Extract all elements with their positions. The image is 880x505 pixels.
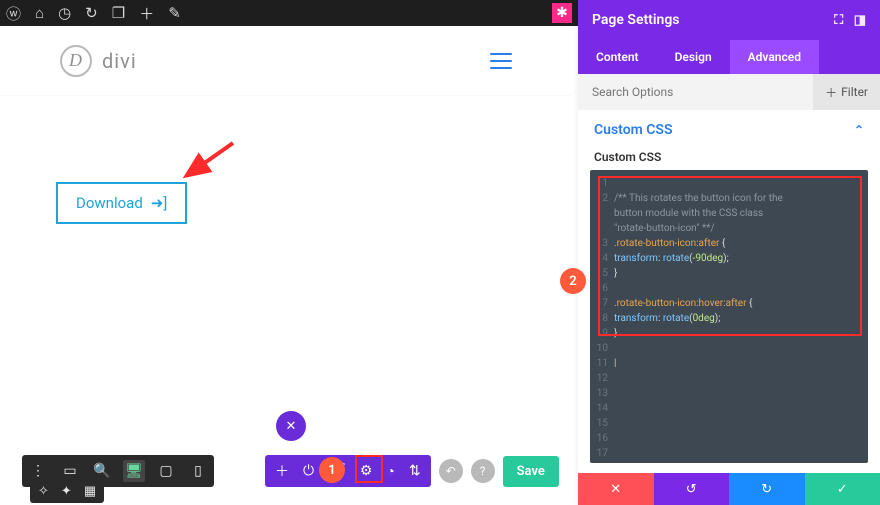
click-icon[interactable]: ✦ [61, 484, 72, 499]
refresh-icon[interactable]: ↻ [85, 4, 98, 22]
page-canvas: D divi Download ➜] ✕ ＋ ⏻ 🖌 ⚙ ◔ ⇅ ↶ ? Sav… [0, 26, 572, 505]
undo-round-icon[interactable]: ↶ [439, 459, 463, 483]
clock-icon[interactable]: ◔ [386, 463, 394, 480]
site-logo[interactable]: D divi [60, 45, 137, 77]
undo-button[interactable]: ↺ [654, 473, 730, 505]
code-content[interactable]: /** This rotates the button icon for the… [612, 170, 787, 463]
save-button[interactable]: Save [503, 456, 559, 487]
logo-text: divi [102, 49, 137, 73]
tablet-view-icon[interactable]: ▢ [155, 460, 177, 482]
builder-actions-bar: ＋ ⏻ 🖌 ⚙ ◔ ⇅ [265, 455, 431, 487]
panel-title: Page Settings [592, 12, 680, 28]
download-button-label: Download [76, 194, 143, 212]
line-numbers: 12 345678910111213141516171819 [590, 170, 612, 463]
apply-button[interactable]: ✓ [805, 473, 880, 505]
wordpress-logo-icon[interactable]: ⓦ [6, 3, 21, 24]
add-icon[interactable]: ＋ [275, 461, 289, 481]
zoom-icon[interactable]: 🔍 [91, 460, 113, 482]
filter-button[interactable]: ＋ Filter [813, 74, 880, 110]
plus-icon[interactable]: ＋ [139, 3, 154, 24]
site-header: D divi [0, 26, 572, 96]
collapse-panel-icon[interactable]: ◨ [854, 13, 866, 28]
annotation-badge-2: 2 [560, 268, 586, 294]
download-button[interactable]: Download ➜] [56, 182, 187, 224]
field-label-custom-css: Custom CSS [578, 146, 880, 170]
settings-panel: Page Settings ⛶ ◨ Content Design Advance… [578, 0, 880, 505]
wireframe-icon[interactable]: ▭ [59, 460, 81, 482]
redo-button[interactable]: ↻ [729, 473, 805, 505]
gauge-icon[interactable]: ◷ [58, 4, 71, 22]
panel-tabs: Content Design Advanced [578, 40, 880, 74]
filter-label: Filter [841, 85, 868, 99]
section-custom-css-toggle[interactable]: Custom CSS ⌃ [578, 110, 880, 146]
help-round-icon[interactable]: ? [471, 459, 495, 483]
tab-advanced[interactable]: Advanced [730, 40, 819, 74]
drag-handle-icon[interactable]: ⋮ [27, 460, 49, 482]
expand-icon[interactable]: ⛶ [834, 13, 843, 28]
close-builder-button[interactable]: ✕ [276, 411, 306, 441]
pencil-icon[interactable]: ✎ [168, 4, 181, 22]
power-icon[interactable]: ⏻ [303, 463, 314, 479]
tab-design[interactable]: Design [657, 40, 730, 74]
search-input[interactable] [578, 85, 813, 99]
annotation-badge-1: 1 [319, 457, 345, 483]
builder-bottom-bar: ＋ ⏻ 🖌 ⚙ ◔ ⇅ ↶ ? Save 1 [265, 455, 559, 487]
pink-badge-icon[interactable]: ✱ [552, 3, 572, 23]
css-code-editor[interactable]: 12 345678910111213141516171819 /** This … [590, 170, 868, 463]
logo-mark: D [60, 45, 92, 77]
sliders-icon[interactable]: ⇅ [409, 463, 421, 479]
annotation-arrow [178, 138, 238, 188]
comment-icon[interactable]: ❐ [112, 4, 125, 22]
menu-hamburger-icon[interactable] [490, 53, 512, 69]
annotation-highlight-box [355, 455, 383, 483]
desktop-view-icon[interactable]: 🖥 [123, 460, 145, 482]
mobile-view-icon[interactable]: ▯ [187, 460, 209, 482]
chevron-up-icon: ⌃ [854, 123, 864, 137]
discard-button[interactable]: ✕ [578, 473, 654, 505]
panel-header: Page Settings ⛶ ◨ [578, 0, 880, 40]
hover-icon[interactable]: ✧ [38, 484, 49, 499]
view-toolbox-secondary: ✧ ✦ ▦ [30, 480, 104, 503]
login-icon: ➜] [151, 194, 168, 212]
tab-content[interactable]: Content [578, 40, 657, 74]
panel-action-bar: ✕ ↺ ↻ ✓ [578, 473, 880, 505]
home-icon[interactable]: ⌂ [35, 4, 44, 22]
grid-icon[interactable]: ▦ [84, 484, 96, 499]
section-title: Custom CSS [594, 122, 673, 138]
options-search-bar: ＋ Filter [578, 74, 880, 110]
